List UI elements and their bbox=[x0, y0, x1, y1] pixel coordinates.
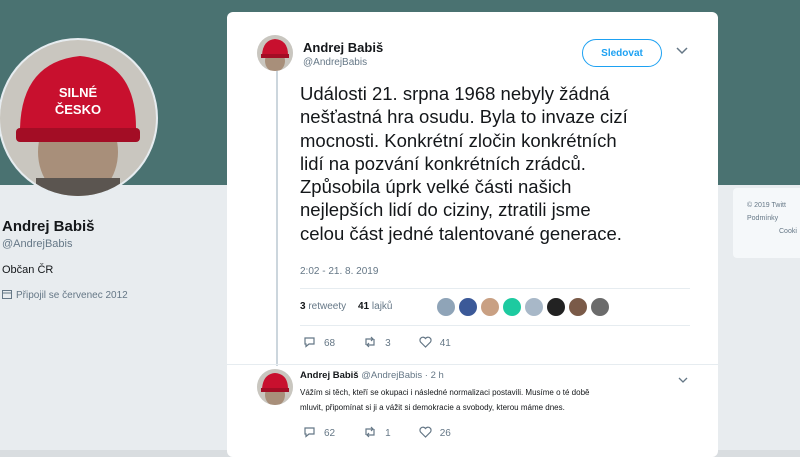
chevron-down-icon[interactable] bbox=[676, 44, 688, 58]
divider bbox=[227, 364, 718, 365]
reply-author-avatar[interactable] bbox=[257, 369, 293, 405]
reply-retweet-action[interactable]: 1 bbox=[363, 426, 391, 441]
reply-like-action[interactable]: 26 bbox=[419, 426, 451, 441]
author-name[interactable]: Andrej Babiš bbox=[303, 40, 383, 55]
tweet-stats: 3 retweety 41 lajků bbox=[300, 288, 690, 326]
reply-reply-count: 62 bbox=[324, 428, 336, 439]
author-avatar[interactable] bbox=[257, 35, 293, 71]
follow-button[interactable]: Sledovat bbox=[582, 39, 662, 67]
retweets-stat-label: retweety bbox=[308, 301, 347, 312]
reply-like-count: 26 bbox=[439, 428, 451, 439]
reply-header: Andrej Babiš @AndrejBabis · 2 h bbox=[300, 370, 444, 381]
retweet-action[interactable]: 3 bbox=[363, 336, 391, 351]
likes-stat-count: 41 bbox=[358, 301, 370, 312]
liker-avatar[interactable] bbox=[524, 297, 544, 317]
footer-cookies-link[interactable]: Cooki bbox=[779, 228, 797, 235]
reply-icon bbox=[303, 426, 316, 441]
likes-stat-label: lajků bbox=[371, 301, 393, 312]
retweet-icon bbox=[363, 336, 377, 351]
retweets-stat-count: 3 bbox=[300, 301, 306, 312]
profile-avatar[interactable]: SILNÉ ČESKO bbox=[0, 38, 158, 198]
profile-handle[interactable]: @AndrejBabis bbox=[2, 238, 72, 250]
reply-text-line: Vážím si těch, kteří se okupaci i násled… bbox=[300, 388, 590, 397]
author-handle[interactable]: @AndrejBabis bbox=[303, 57, 367, 68]
reply-author-name[interactable]: Andrej Babiš bbox=[300, 370, 359, 381]
tweet-text-line: nešťastná hra osudu. Byla to invaze cizí bbox=[300, 106, 628, 128]
profile-name[interactable]: Andrej Babiš bbox=[2, 218, 95, 235]
tweet-text: Události 21. srpna 1968 nebyly žádná neš… bbox=[300, 82, 700, 245]
reply-age[interactable]: · 2 h bbox=[425, 370, 444, 381]
tweet-modal: Andrej Babiš @AndrejBabis Sledovat Událo… bbox=[227, 12, 718, 457]
tweet-text-line: nejlepších lidí do ciziny, ztratili jsme bbox=[300, 199, 591, 221]
cap-text-2: ČESKO bbox=[55, 102, 101, 117]
reply-text-line: mluvit, připomínat si ji a vážit si demo… bbox=[300, 402, 565, 412]
tweet-actions: 68 3 41 bbox=[303, 336, 479, 351]
calendar-icon bbox=[2, 289, 12, 302]
footer-box: © 2019 Twitt Podmínky Cooki bbox=[733, 188, 800, 258]
reply-actions: 62 1 26 bbox=[303, 426, 479, 441]
liker-avatar[interactable] bbox=[590, 297, 610, 317]
liker-avatar[interactable] bbox=[502, 297, 522, 317]
retweets-stat[interactable]: 3 retweety bbox=[300, 301, 346, 312]
reply-reply-action[interactable]: 62 bbox=[303, 426, 335, 441]
like-action[interactable]: 41 bbox=[419, 336, 451, 351]
footer-copyright: © 2019 Twitt bbox=[747, 202, 786, 209]
like-count: 41 bbox=[439, 338, 451, 349]
heart-icon bbox=[419, 336, 432, 351]
tweet-text-line: Události 21. srpna 1968 nebyly žádná bbox=[300, 83, 610, 104]
reply-icon bbox=[303, 336, 316, 351]
thread-line bbox=[276, 66, 278, 366]
reply-author-handle[interactable]: @AndrejBabis bbox=[361, 370, 422, 381]
profile-bio: Občan ČR bbox=[2, 264, 54, 276]
reply-text: Vážím si těch, kteří se okupaci i násled… bbox=[300, 386, 695, 415]
retweet-icon bbox=[363, 426, 377, 441]
liker-avatar[interactable] bbox=[480, 297, 500, 317]
tweet-text-line: Způsobila úprk velké části našich bbox=[300, 176, 572, 198]
retweet-count: 3 bbox=[385, 338, 391, 349]
likers-avatars bbox=[436, 297, 610, 317]
chevron-down-icon[interactable] bbox=[678, 373, 688, 387]
reply-action[interactable]: 68 bbox=[303, 336, 335, 351]
liker-avatar[interactable] bbox=[436, 297, 456, 317]
cap-text-1: SILNÉ bbox=[59, 85, 98, 100]
profile-joined: Připojil se červenec 2012 bbox=[2, 289, 128, 302]
likes-stat[interactable]: 41 lajků bbox=[358, 301, 392, 312]
tweet-text-line: celou část jedné talentované generace. bbox=[300, 222, 622, 244]
tweet-text-line: mocnosti. Konkrétní zločin konkrétních bbox=[300, 129, 617, 151]
liker-avatar[interactable] bbox=[458, 297, 478, 317]
liker-avatar[interactable] bbox=[546, 297, 566, 317]
tweet-text-line: lidí na pozvání konkrétních zrádců. bbox=[300, 152, 586, 174]
footer-terms-link[interactable]: Podmínky bbox=[747, 215, 778, 222]
liker-avatar[interactable] bbox=[568, 297, 588, 317]
reply-retweet-count: 1 bbox=[385, 428, 391, 439]
reply-count: 68 bbox=[324, 338, 336, 349]
tweet-timestamp[interactable]: 2:02 - 21. 8. 2019 bbox=[300, 266, 378, 277]
heart-icon bbox=[419, 426, 432, 441]
profile-joined-text: Připojil se červenec 2012 bbox=[16, 290, 128, 301]
